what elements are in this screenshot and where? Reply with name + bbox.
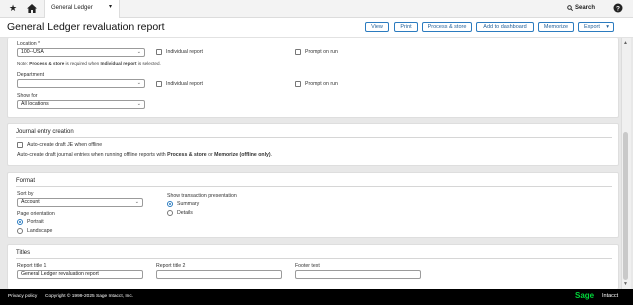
individual-report-label: Individual report [166,49,203,55]
page-header: General Ledger revaluation report View P… [0,18,633,38]
titles-panel: Titles Report title 1 General Ledger rev… [7,244,619,289]
tab-label: General Ledger [51,5,93,11]
chevron-down-icon: ⌄ [136,49,141,55]
show-for-select[interactable]: All locations ⌄ [17,100,145,109]
print-button[interactable]: Print [394,22,418,32]
sort-by-label: Sort by [17,191,34,197]
auto-create-je-label: Auto-create draft JE when offline [27,142,103,148]
portrait-label: Portrait [27,219,44,225]
section-divider [16,258,612,259]
report-title-2-label: Report title 2 [156,263,186,269]
chevron-down-icon: ▾ [606,24,609,30]
add-to-dashboard-button[interactable]: Add to dashboard [476,22,534,32]
export-dropdown[interactable]: Export ▾ [578,22,614,32]
page-footer: Privacy policy Copyright © 1999-2025 Sag… [0,289,633,305]
chevron-down-icon: ⌄ [134,199,139,205]
individual-report-note: Note: Process & store is required when I… [17,61,161,66]
report-title-1-label: Report title 1 [17,263,47,269]
page-orientation-label: Page orientation [17,211,55,217]
privacy-policy-link[interactable]: Privacy policy [8,294,37,299]
individual-report-label: Individual report [166,81,203,87]
chevron-down-icon[interactable]: ▾ [109,3,112,10]
auto-create-je-checkbox[interactable] [17,142,23,148]
memorize-button[interactable]: Memorize [538,22,574,32]
page-title: General Ledger revaluation report [7,21,165,33]
format-section-title: Format [16,178,36,184]
transaction-presentation-label: Show transaction presentation [167,193,237,199]
prompt-on-run-label: Prompt on run [305,81,338,87]
department-label: Department [17,72,45,78]
section-divider [16,137,612,138]
auto-create-je-description: Auto-create draft journal entries when r… [17,152,273,158]
summary-radio[interactable] [167,201,173,207]
help-icon[interactable]: ? [613,3,623,13]
sort-by-value: Account [21,199,40,205]
chevron-down-icon: ⌄ [136,80,141,86]
details-radio[interactable] [167,210,173,216]
scroll-down-icon[interactable]: ▼ [623,281,628,287]
filters-panel: Location * 100--USA ⌄ Individual report … [7,38,619,118]
scroll-up-icon[interactable]: ▲ [623,40,628,46]
location-value: 100--USA [21,49,44,55]
home-icon[interactable] [27,4,37,13]
format-panel: Format Sort by Account ⌄ Page orientatio… [7,172,619,238]
footer-text-input[interactable] [295,270,421,279]
tab-general-ledger[interactable]: General Ledger ▾ [44,0,120,18]
search-label: Search [575,5,596,11]
view-button[interactable]: View [365,22,389,32]
export-label: Export [584,24,600,30]
prompt-on-run-label: Prompt on run [305,49,338,55]
process-store-button[interactable]: Process & store [422,22,472,32]
chevron-down-icon: ⌄ [136,101,141,107]
report-title-2-input[interactable] [156,270,282,279]
section-divider [16,186,612,187]
titles-section-title: Titles [16,250,31,256]
landscape-radio[interactable] [17,228,23,234]
show-for-value: All locations [21,101,49,107]
individual-report-checkbox-department[interactable] [156,81,162,87]
show-for-label: Show for [17,93,38,99]
location-label: Location * [17,41,41,47]
location-select[interactable]: 100--USA ⌄ [17,48,145,57]
copyright-text: Copyright © 1999-2025 Sage Intacct, Inc. [45,294,134,299]
individual-report-checkbox-location[interactable] [156,49,162,55]
scrollbar-thumb[interactable] [623,132,628,280]
journal-entry-panel: Journal entry creation Auto-create draft… [7,123,619,166]
portrait-radio[interactable] [17,219,23,225]
prompt-on-run-checkbox-department[interactable] [295,81,301,87]
search-icon [567,5,573,11]
top-nav-bar: ★ General Ledger ▾ Search ? [0,0,633,18]
search-button[interactable]: Search [567,5,596,11]
summary-label: Summary [177,201,200,207]
journal-section-title: Journal entry creation [16,129,74,135]
report-title-1-input[interactable]: General Ledger revaluation report [17,270,143,279]
department-select[interactable]: ⌄ [17,79,145,88]
sort-by-select[interactable]: Account ⌄ [17,198,143,207]
landscape-label: Landscape [27,228,53,234]
svg-text:?: ? [616,5,620,12]
footer-text-label: Footer text [295,263,320,269]
sage-logo: Sage [575,291,595,300]
star-icon[interactable]: ★ [9,4,17,13]
intacct-logo-text: Intacct [602,293,619,299]
prompt-on-run-checkbox-location[interactable] [295,49,301,55]
details-label: Details [177,210,193,216]
